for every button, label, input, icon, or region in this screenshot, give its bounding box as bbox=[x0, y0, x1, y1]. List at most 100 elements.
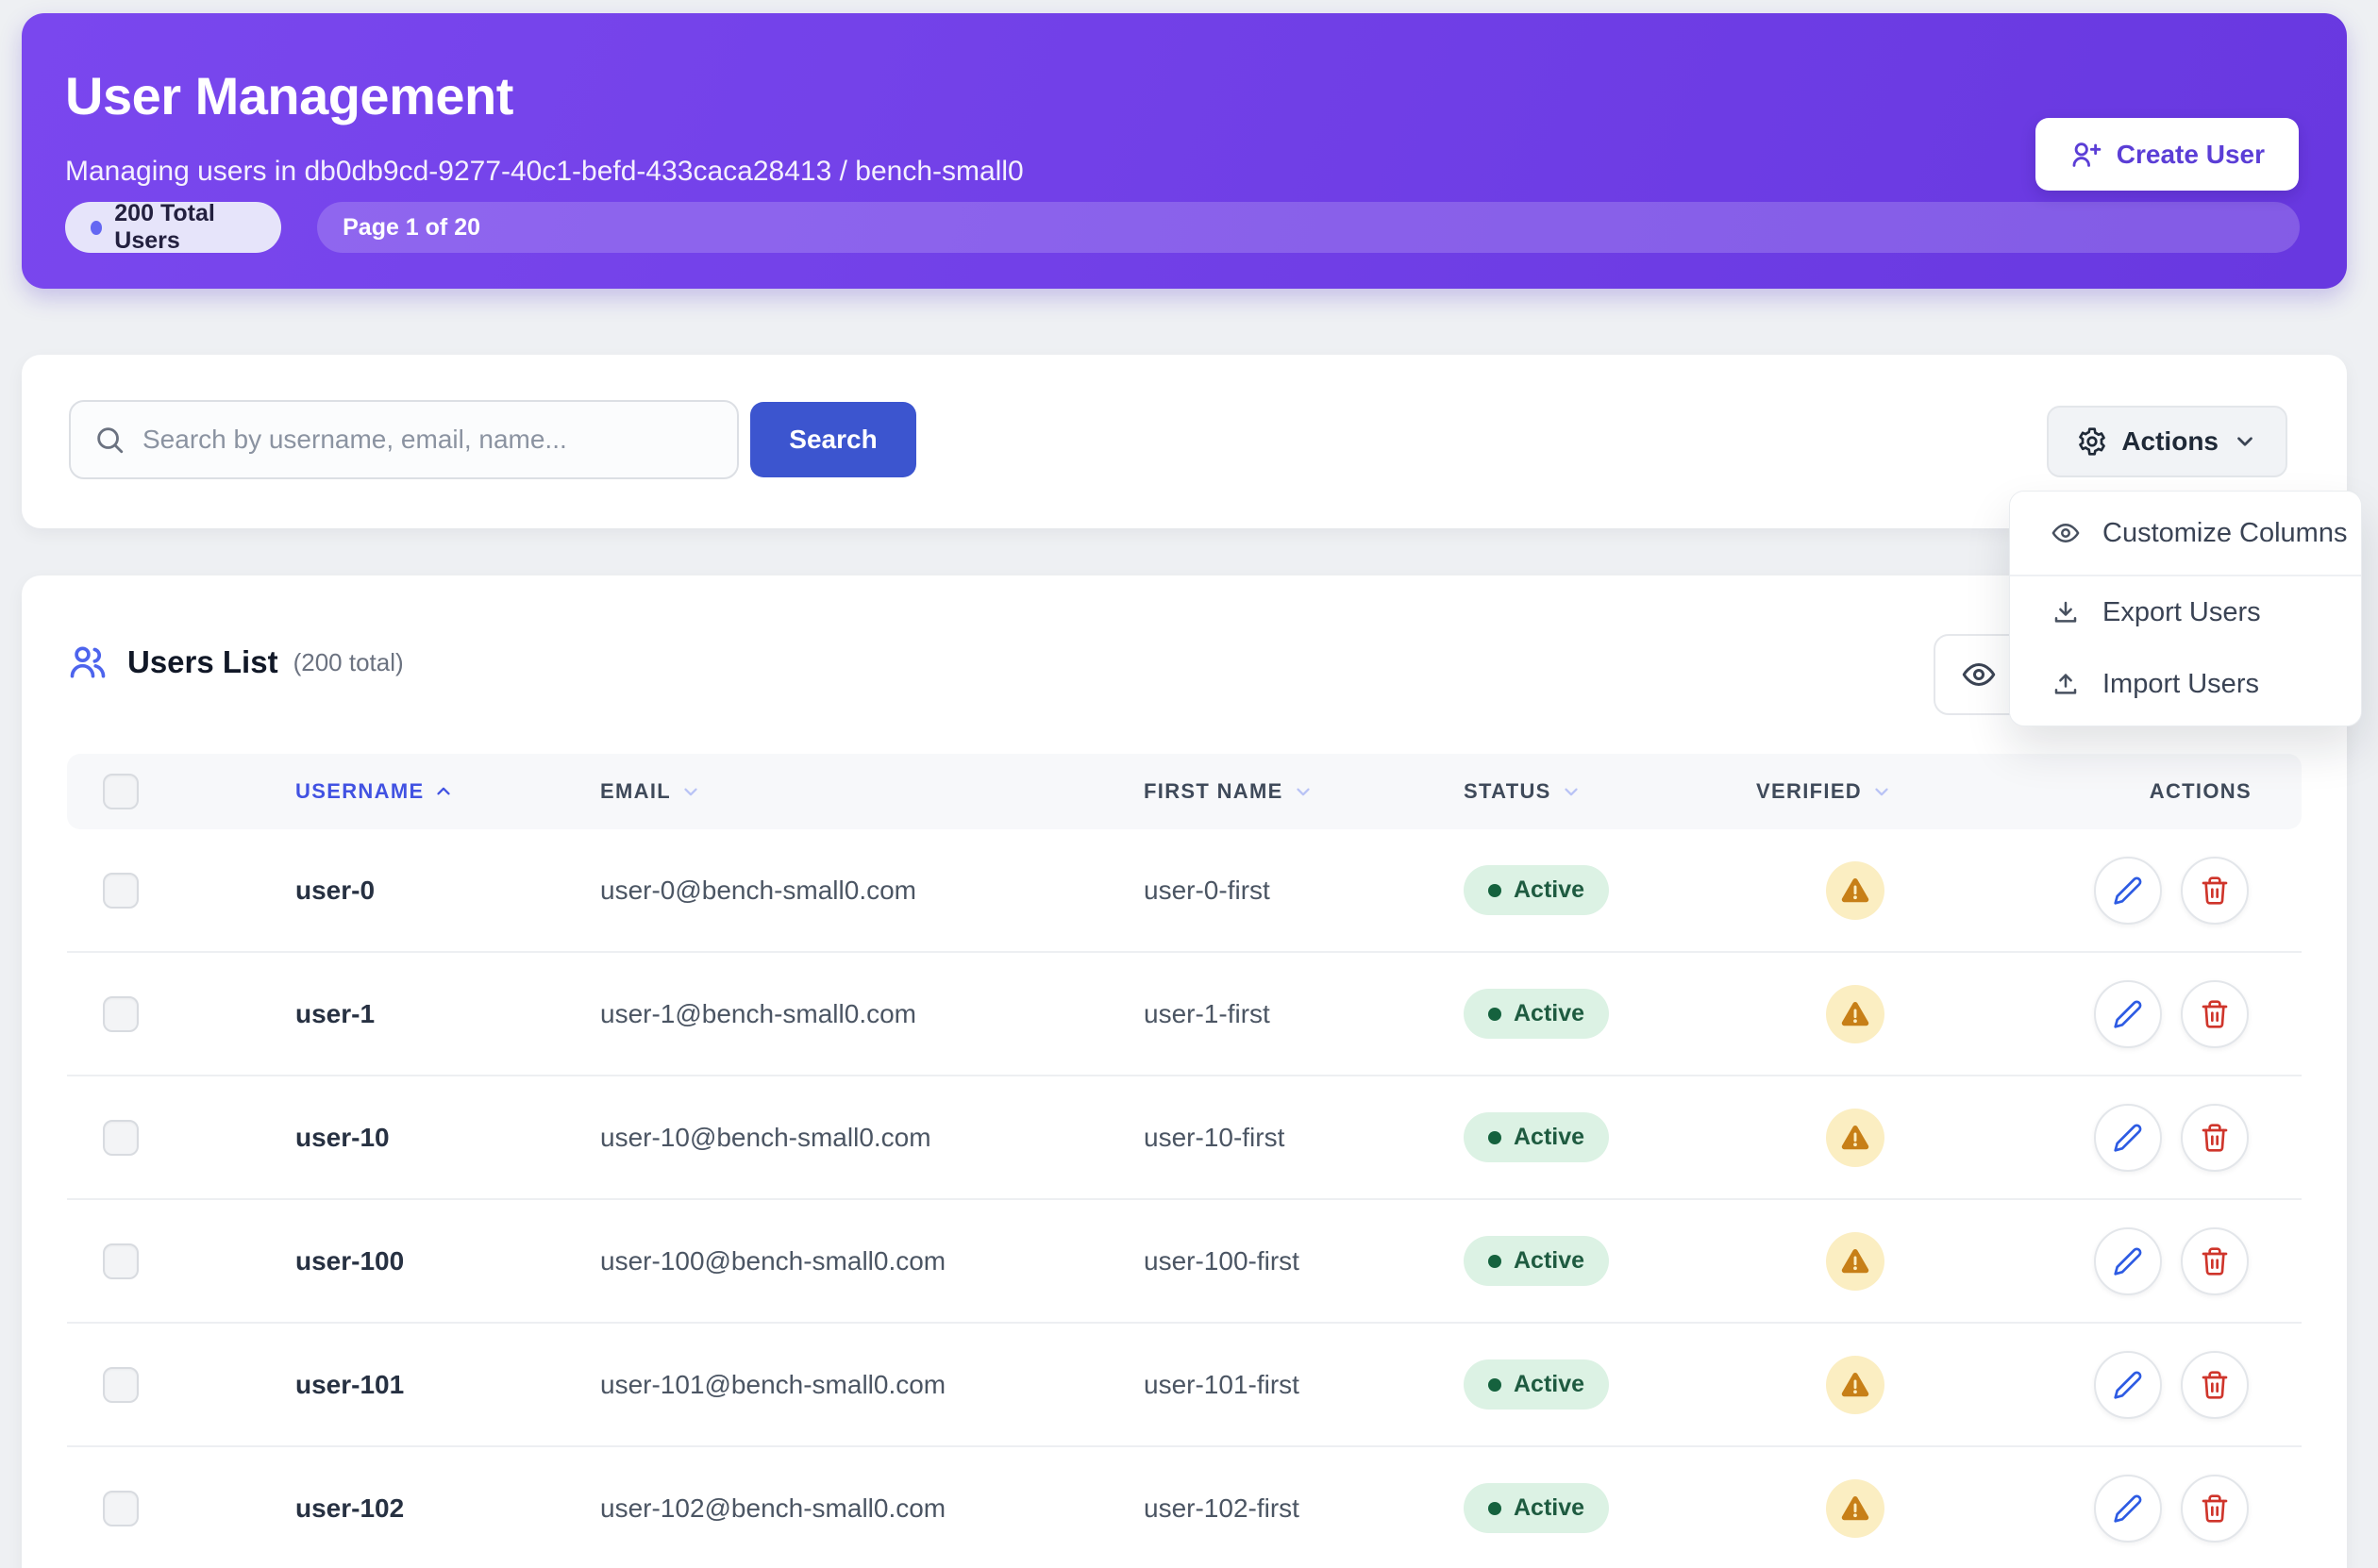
username-cell: user-102 bbox=[295, 1493, 404, 1524]
delete-user-button[interactable] bbox=[2181, 1104, 2249, 1172]
edit-user-button[interactable] bbox=[2094, 980, 2162, 1048]
status-badge: Active bbox=[1464, 1236, 1609, 1286]
status-badge: Active bbox=[1464, 989, 1609, 1039]
search-input-wrap bbox=[69, 400, 739, 479]
table-row: user-0 user-0@bench-small0.com user-0-fi… bbox=[67, 829, 2302, 953]
column-header-first-name[interactable]: FIRST NAME bbox=[1144, 779, 1464, 804]
column-header-status[interactable]: STATUS bbox=[1464, 779, 1756, 804]
verified-warning-icon bbox=[1826, 861, 1884, 920]
status-dot-icon bbox=[1488, 1502, 1501, 1515]
row-checkbox[interactable] bbox=[103, 1120, 139, 1156]
status-dot-icon bbox=[1488, 1131, 1501, 1144]
first-name-cell: user-0-first bbox=[1144, 876, 1270, 906]
status-dot-icon bbox=[1488, 884, 1501, 897]
menu-item-import-users[interactable]: Import Users bbox=[2010, 648, 2361, 720]
row-checkbox[interactable] bbox=[103, 1491, 139, 1526]
email-cell: user-100@bench-small0.com bbox=[600, 1246, 946, 1276]
eye-icon bbox=[1962, 658, 1996, 692]
column-header-email[interactable]: EMAIL bbox=[600, 779, 1144, 804]
table-row: user-10 user-10@bench-small0.com user-10… bbox=[67, 1076, 2302, 1200]
delete-user-button[interactable] bbox=[2181, 1227, 2249, 1295]
trash-icon bbox=[2200, 876, 2230, 906]
row-checkbox[interactable] bbox=[103, 1243, 139, 1279]
first-name-cell: user-100-first bbox=[1144, 1246, 1299, 1276]
verified-warning-icon bbox=[1826, 1232, 1884, 1291]
email-cell: user-101@bench-small0.com bbox=[600, 1370, 946, 1400]
create-user-button[interactable]: Create User bbox=[2035, 118, 2299, 191]
search-button[interactable]: Search bbox=[750, 402, 916, 477]
edit-user-button[interactable] bbox=[2094, 1475, 2162, 1543]
username-cell: user-1 bbox=[295, 999, 375, 1029]
actions-dropdown-menu: Customize Columns Export Users Import Us… bbox=[2009, 491, 2362, 726]
verified-warning-icon bbox=[1826, 985, 1884, 1043]
trash-icon bbox=[2200, 1246, 2230, 1276]
email-cell: user-102@bench-small0.com bbox=[600, 1493, 946, 1524]
users-list-count: (200 total) bbox=[293, 648, 404, 677]
menu-item-customize-columns[interactable]: Customize Columns bbox=[2010, 492, 2361, 576]
page-title: User Management bbox=[65, 66, 2300, 126]
chevron-down-icon bbox=[1871, 781, 1892, 802]
table-row: user-1 user-1@bench-small0.com user-1-fi… bbox=[67, 953, 2302, 1076]
users-list-card: Users List (200 total) USERNAME EMAIL FI… bbox=[22, 575, 2347, 1568]
email-cell: user-1@bench-small0.com bbox=[600, 999, 916, 1029]
page-header: User Management Managing users in db0db9… bbox=[22, 13, 2347, 289]
trash-icon bbox=[2200, 1370, 2230, 1400]
select-all-checkbox[interactable] bbox=[103, 774, 139, 809]
chevron-down-icon bbox=[680, 781, 701, 802]
verified-warning-icon bbox=[1826, 1109, 1884, 1167]
status-badge: Active bbox=[1464, 1359, 1609, 1410]
first-name-cell: user-1-first bbox=[1144, 999, 1270, 1029]
table-row: user-100 user-100@bench-small0.com user-… bbox=[67, 1200, 2302, 1324]
status-dot-icon bbox=[1488, 1255, 1501, 1268]
pencil-icon bbox=[2113, 999, 2143, 1029]
verified-warning-icon bbox=[1826, 1356, 1884, 1414]
menu-item-export-users[interactable]: Export Users bbox=[2010, 576, 2361, 648]
table-row: user-101 user-101@bench-small0.com user-… bbox=[67, 1324, 2302, 1447]
edit-user-button[interactable] bbox=[2094, 857, 2162, 925]
delete-user-button[interactable] bbox=[2181, 857, 2249, 925]
chevron-up-icon bbox=[433, 781, 454, 802]
first-name-cell: user-102-first bbox=[1144, 1493, 1299, 1524]
header-badges: 200 Total Users Page 1 of 20 bbox=[65, 202, 2300, 253]
upload-icon bbox=[2051, 670, 2080, 698]
edit-user-button[interactable] bbox=[2094, 1351, 2162, 1419]
pencil-icon bbox=[2113, 1246, 2143, 1276]
search-toolbar: Search Actions bbox=[22, 355, 2347, 528]
badge-dot-icon bbox=[91, 221, 102, 235]
username-cell: user-10 bbox=[295, 1123, 390, 1153]
trash-icon bbox=[2200, 1123, 2230, 1153]
row-checkbox[interactable] bbox=[103, 1367, 139, 1403]
pencil-icon bbox=[2113, 1370, 2143, 1400]
username-cell: user-100 bbox=[295, 1246, 404, 1276]
status-dot-icon bbox=[1488, 1378, 1501, 1392]
delete-user-button[interactable] bbox=[2181, 1351, 2249, 1419]
pencil-icon bbox=[2113, 876, 2143, 906]
verified-warning-icon bbox=[1826, 1479, 1884, 1538]
email-cell: user-0@bench-small0.com bbox=[600, 876, 916, 906]
chevron-down-icon bbox=[2233, 429, 2257, 454]
first-name-cell: user-101-first bbox=[1144, 1370, 1299, 1400]
search-input[interactable] bbox=[142, 425, 714, 455]
total-users-badge: 200 Total Users bbox=[65, 202, 281, 253]
status-badge: Active bbox=[1464, 1112, 1609, 1162]
status-badge: Active bbox=[1464, 1483, 1609, 1533]
delete-user-button[interactable] bbox=[2181, 1475, 2249, 1543]
chevron-down-icon bbox=[1561, 781, 1582, 802]
download-icon bbox=[2051, 598, 2080, 626]
edit-user-button[interactable] bbox=[2094, 1227, 2162, 1295]
column-header-verified[interactable]: VERIFIED bbox=[1756, 779, 2039, 804]
column-header-username[interactable]: USERNAME bbox=[295, 779, 600, 804]
users-list-header: Users List (200 total) bbox=[67, 636, 2302, 689]
page-number-badge: Page 1 of 20 bbox=[317, 202, 2300, 253]
users-icon bbox=[67, 642, 109, 683]
edit-user-button[interactable] bbox=[2094, 1104, 2162, 1172]
row-checkbox[interactable] bbox=[103, 873, 139, 909]
actions-dropdown-button[interactable]: Actions bbox=[2047, 406, 2287, 477]
row-checkbox[interactable] bbox=[103, 996, 139, 1032]
table-header-row: USERNAME EMAIL FIRST NAME STATUS VERIFIE… bbox=[67, 754, 2302, 829]
first-name-cell: user-10-first bbox=[1144, 1123, 1284, 1153]
delete-user-button[interactable] bbox=[2181, 980, 2249, 1048]
users-table-body: user-0 user-0@bench-small0.com user-0-fi… bbox=[67, 829, 2302, 1568]
chevron-down-icon bbox=[1293, 781, 1314, 802]
username-cell: user-0 bbox=[295, 876, 375, 906]
